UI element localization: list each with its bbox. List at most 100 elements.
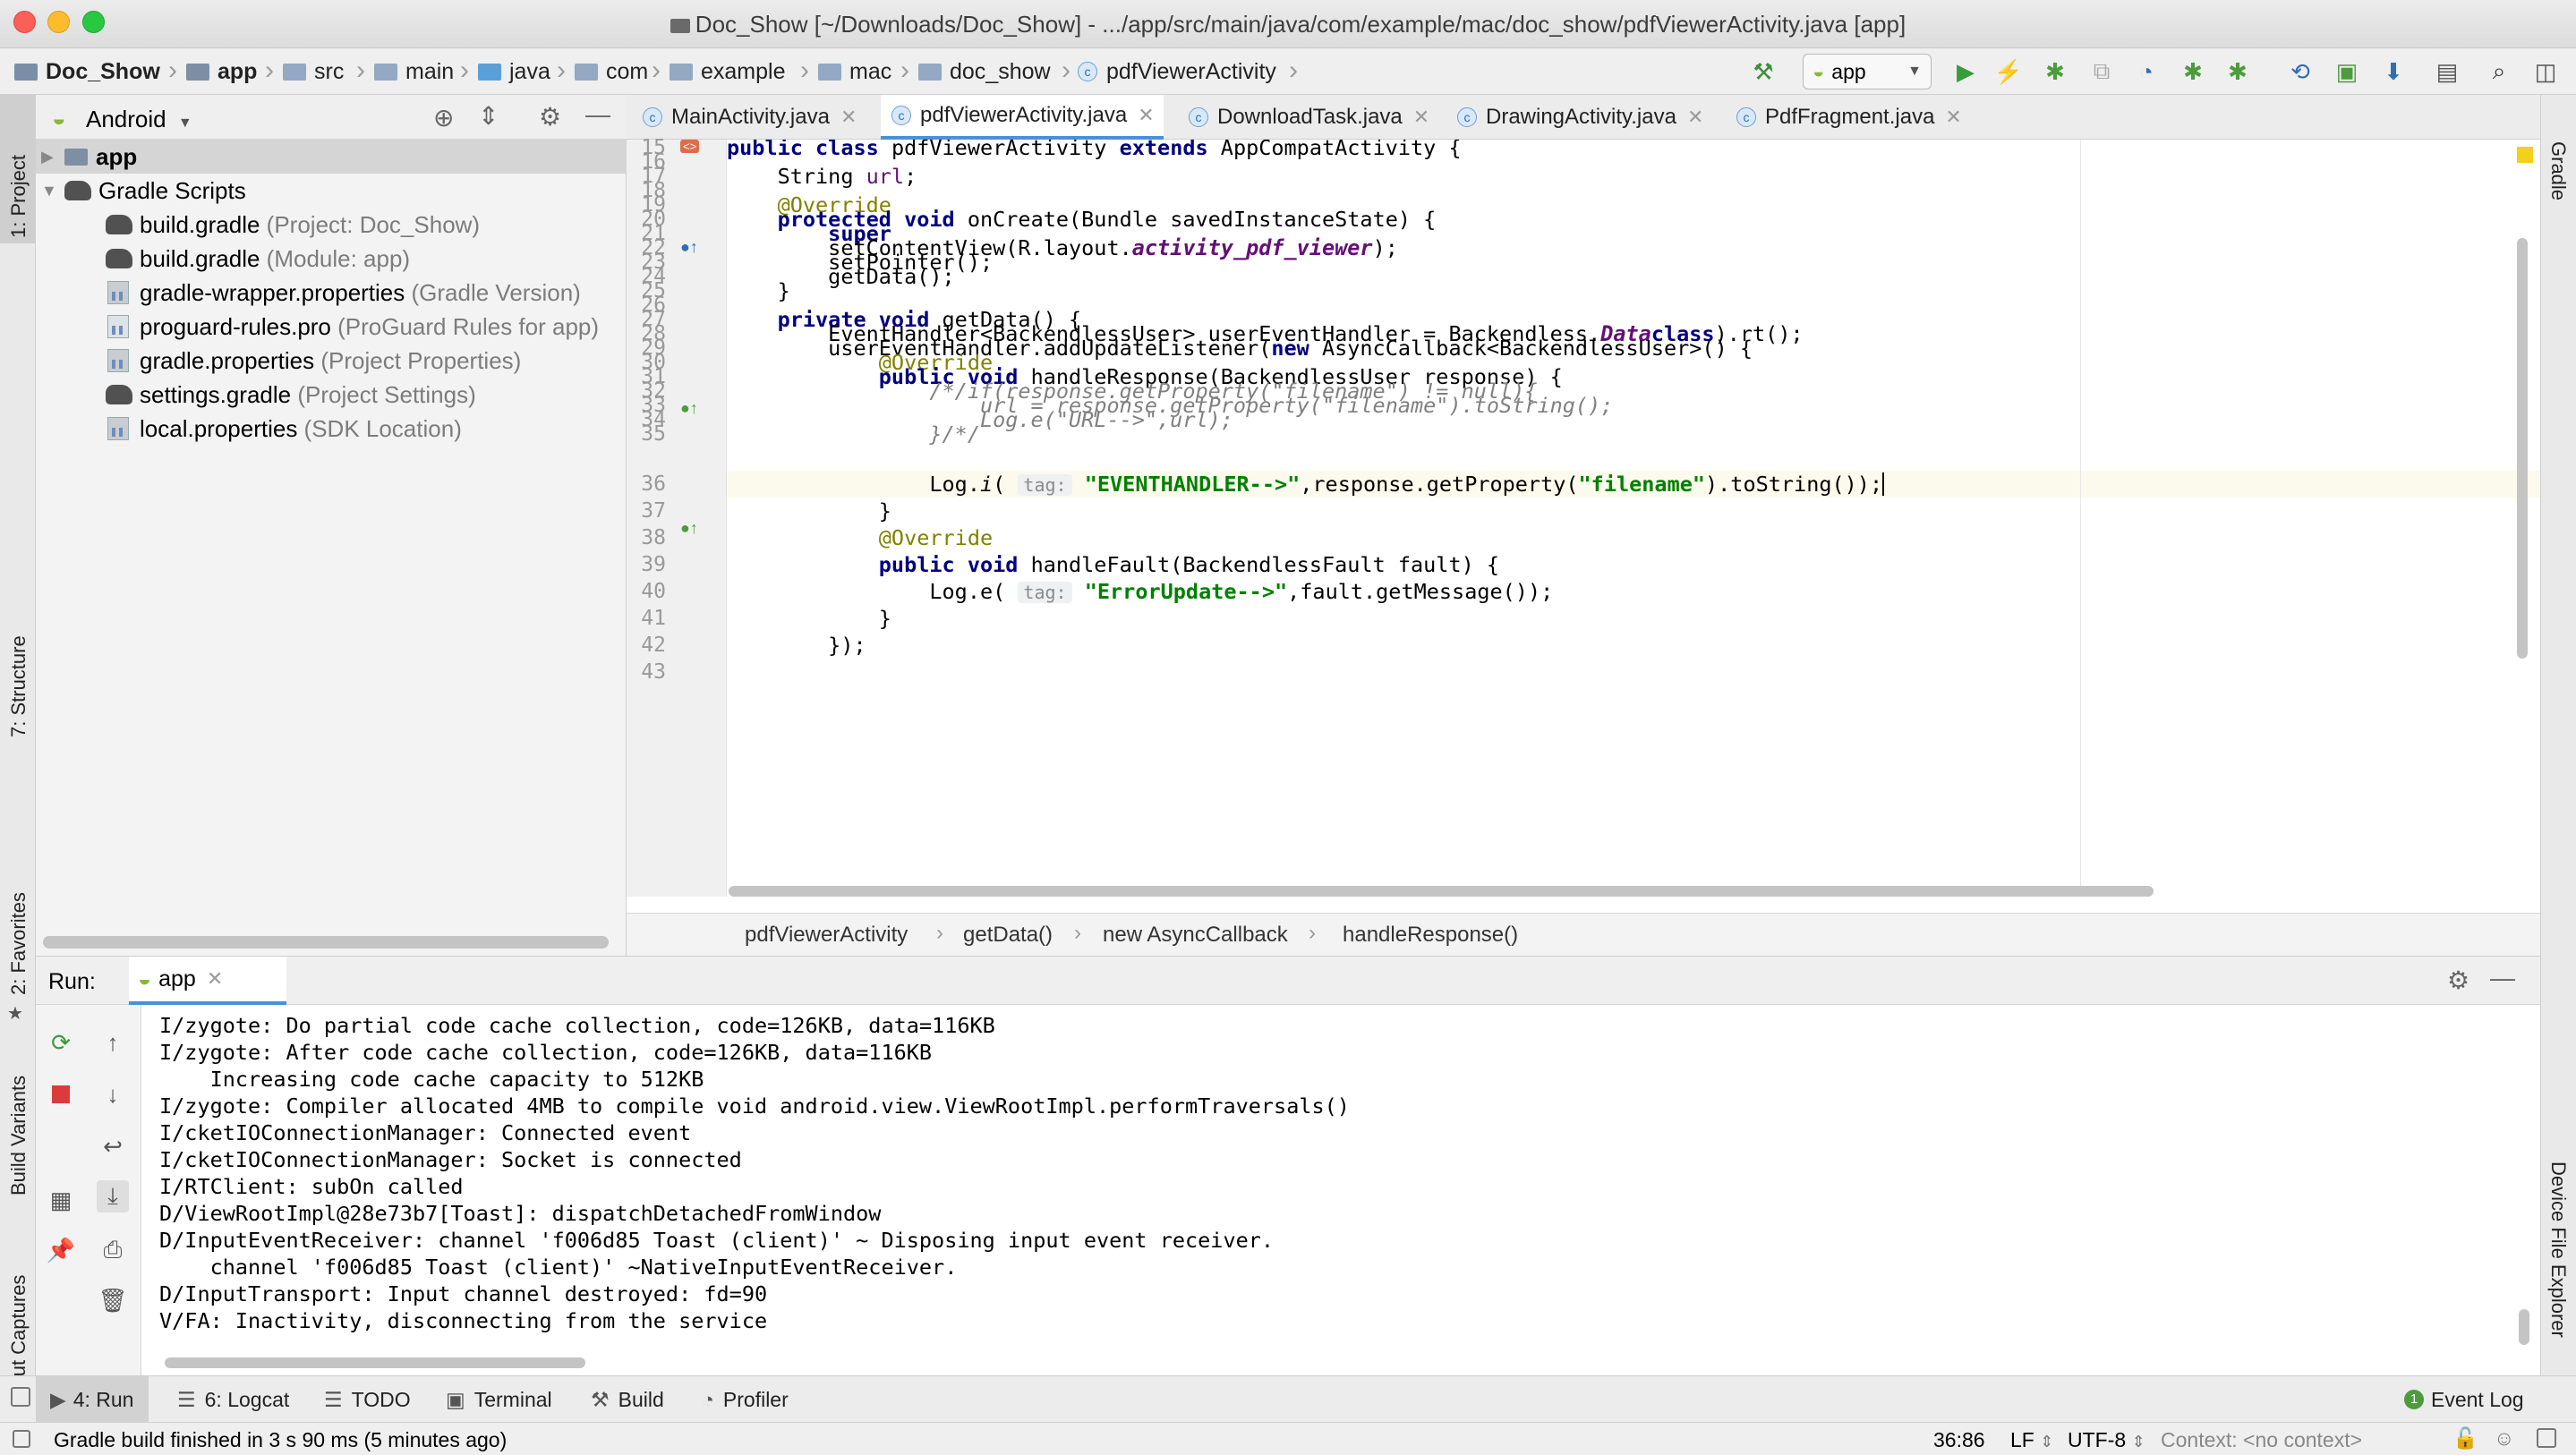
sync-gradle-icon[interactable]: ⟲ <box>2288 58 2313 85</box>
project-structure-icon[interactable]: ▤ <box>2435 58 2460 85</box>
gear-icon[interactable]: ⚙ <box>539 102 561 132</box>
layout-icon[interactable]: ▦ <box>45 1184 77 1216</box>
tab-pdfviewer-activity[interactable]: c pdfViewerActivity.java ✕ <box>881 95 1164 140</box>
lock-icon[interactable]: 🔓 <box>2452 1426 2478 1451</box>
tool-tab-profiler[interactable]: ◔ Profiler <box>702 1376 789 1423</box>
breadcrumb-pdfvieweractivity[interactable]: c pdfViewerActivity <box>1078 55 1276 88</box>
breadcrumb-doc-show[interactable]: Doc_Show <box>14 55 160 88</box>
tool-tab-run[interactable]: ▶ 4: Run <box>36 1376 149 1423</box>
scroll-to-end-icon[interactable]: ⤓ <box>97 1180 129 1212</box>
breadcrumb-main[interactable]: main <box>374 55 454 88</box>
minimize-icon[interactable]: — <box>585 100 610 129</box>
tree-item-proguard-rules[interactable]: proguard-rules.pro (ProGuard Rules for a… <box>107 310 599 344</box>
debug-attach-icon[interactable]: ✱ <box>2225 58 2250 85</box>
close-icon[interactable]: ✕ <box>1138 104 1154 127</box>
tree-item-gradle-properties[interactable]: gradle.properties (Project Properties) <box>107 344 521 378</box>
tool-tab-logcat[interactable]: ☰ 6: Logcat <box>177 1376 289 1423</box>
breadcrumb-com[interactable]: com <box>575 55 648 88</box>
code-area[interactable]: public class pdfViewerActivity extends A… <box>727 140 2540 897</box>
caret-position[interactable]: 36:86 <box>1933 1428 1985 1452</box>
tree-item-gradle-scripts[interactable]: ▼ Gradle Scripts <box>41 174 246 208</box>
project-view-select[interactable]: Android ▼ <box>86 106 192 133</box>
tool-tab-event-log[interactable]: 1 Event Log <box>2404 1376 2524 1423</box>
panel-toggle-icon[interactable] <box>11 1387 30 1407</box>
tool-tab-project[interactable]: 1: Project <box>7 155 30 238</box>
profile-icon[interactable]: ◔ <box>2134 58 2159 85</box>
breadcrumb-example[interactable]: example <box>670 55 786 88</box>
editor-vertical-scrollbar[interactable] <box>2517 238 2528 659</box>
coverage-icon[interactable]: ✱ <box>2180 58 2205 85</box>
breadcrumb-method[interactable]: getData() <box>963 923 1053 948</box>
tool-tab-favorites[interactable]: 2: Favorites <box>7 892 30 995</box>
status-toggle-icon[interactable] <box>13 1430 30 1448</box>
rerun-icon[interactable]: ⟳ <box>45 1026 77 1059</box>
project-panel: ◒ Android ▼ ⊕ ⇕ ⚙ — ▶ app ▼ Gradle Scripts… <box>36 95 627 956</box>
tree-item-settings-gradle[interactable]: settings.gradle (Project Settings) <box>106 378 476 412</box>
console-output[interactable]: I/zygote: Do partial code cache collecti… <box>141 1005 2540 1363</box>
folder-icon <box>283 63 306 81</box>
breadcrumb-java[interactable]: java <box>478 55 550 88</box>
print-icon[interactable]: ⎙ <box>97 1234 129 1266</box>
tab-drawing-activity[interactable]: c DrawingActivity.java ✕ <box>1457 95 1717 140</box>
breadcrumb-class[interactable]: pdfViewerActivity <box>745 923 908 948</box>
breadcrumb-app[interactable]: app <box>186 55 257 88</box>
horizontal-scrollbar[interactable] <box>43 936 609 949</box>
tree-item-build-gradle-project[interactable]: build.gradle (Project: Doc_Show) <box>106 208 480 242</box>
arrow-up-icon[interactable]: ↑ <box>97 1026 129 1059</box>
attach-debugger-icon[interactable]: ⧉ <box>2089 57 2114 84</box>
close-icon[interactable]: ✕ <box>840 106 857 129</box>
gear-icon[interactable]: ⚙ <box>2447 966 2469 995</box>
breadcrumb-anonymous-class[interactable]: new AsyncCallback <box>1103 923 1288 948</box>
pin-icon[interactable]: 📌 <box>45 1234 77 1266</box>
tab-main-activity[interactable]: c MainActivity.java ✕ <box>643 95 884 140</box>
close-icon[interactable]: ✕ <box>1687 106 1703 129</box>
line-separator[interactable]: LF ⇕ <box>2010 1428 2053 1452</box>
status-message[interactable]: Gradle build finished in 3 s 90 ms (5 mi… <box>54 1428 507 1452</box>
editor-horizontal-scrollbar[interactable] <box>729 886 2154 897</box>
apply-changes-icon[interactable]: ⚡ <box>1994 58 2023 85</box>
trash-icon[interactable]: 🗑 <box>97 1284 129 1316</box>
locate-icon[interactable]: ⊕ <box>433 103 454 132</box>
tree-item-app[interactable]: ▶ app <box>41 140 137 174</box>
sdk-manager-icon[interactable]: ⬇ <box>2381 58 2406 85</box>
stop-icon[interactable] <box>45 1078 77 1110</box>
tool-tab-todo[interactable]: ☰ TODO <box>324 1376 411 1423</box>
tool-tab-build-variants[interactable]: Build Variants <box>7 1076 30 1195</box>
code-line: Log.e( tag: "ErrorUpdate-->",fault.getMe… <box>727 579 1554 604</box>
debug-icon[interactable]: ✱ <box>2043 58 2068 85</box>
tool-tab-device-file-explorer[interactable]: Device File Explorer <box>2546 1161 2570 1338</box>
breadcrumb-mac[interactable]: mac <box>818 55 891 88</box>
tree-item-gradle-wrapper-properties[interactable]: gradle-wrapper.properties (Gradle Versio… <box>107 276 581 310</box>
breadcrumb-doc-show-package[interactable]: doc_show <box>918 55 1051 88</box>
tree-item-build-gradle-module[interactable]: build.gradle (Module: app) <box>106 242 410 276</box>
close-icon[interactable]: ✕ <box>1413 106 1429 129</box>
run-configuration-select[interactable]: ◒ app ▼ <box>1803 54 1932 89</box>
console-vertical-scrollbar[interactable] <box>2519 1309 2529 1345</box>
file-encoding[interactable]: UTF-8 ⇕ <box>2068 1428 2145 1452</box>
smiley-icon[interactable]: ☺ <box>2494 1426 2514 1451</box>
layout-inspector-icon[interactable]: ◫ <box>2533 58 2558 85</box>
close-icon[interactable]: ✕ <box>207 967 223 991</box>
soft-wrap-icon[interactable]: ↩ <box>97 1130 129 1162</box>
close-icon[interactable]: ✕ <box>1945 106 1961 129</box>
minimize-icon[interactable]: — <box>2490 964 2515 992</box>
tree-item-local-properties[interactable]: local.properties (SDK Location) <box>107 412 462 446</box>
notifications-icon[interactable] <box>2537 1428 2556 1448</box>
hammer-icon[interactable]: ⚒ <box>1751 58 1776 85</box>
tool-tab-terminal[interactable]: ▣ Terminal <box>446 1376 552 1423</box>
collapse-all-icon[interactable]: ⇕ <box>478 101 499 131</box>
run-tab-app[interactable]: ◒ app ✕ <box>129 957 286 1005</box>
line-number: 39 <box>641 553 666 576</box>
tab-pdf-fragment[interactable]: c PdfFragment.java ✕ <box>1736 95 1969 140</box>
arrow-down-icon[interactable]: ↓ <box>97 1078 129 1110</box>
tool-tab-structure[interactable]: 7: Structure <box>7 635 30 737</box>
run-icon[interactable]: ▶ <box>1953 58 1978 85</box>
avd-manager-icon[interactable]: ▣ <box>2334 58 2359 85</box>
tool-tab-gradle[interactable]: Gradle <box>2546 141 2570 200</box>
console-horizontal-scrollbar[interactable] <box>165 1357 585 1368</box>
tool-tab-build[interactable]: ⚒ Build <box>591 1376 664 1423</box>
breadcrumb-src[interactable]: src <box>283 55 344 88</box>
tab-download-task[interactable]: c DownloadTask.java ✕ <box>1189 95 1430 140</box>
breadcrumb-handle-response[interactable]: handleResponse() <box>1343 923 1518 948</box>
search-icon[interactable]: ⌕ <box>2486 57 2512 84</box>
